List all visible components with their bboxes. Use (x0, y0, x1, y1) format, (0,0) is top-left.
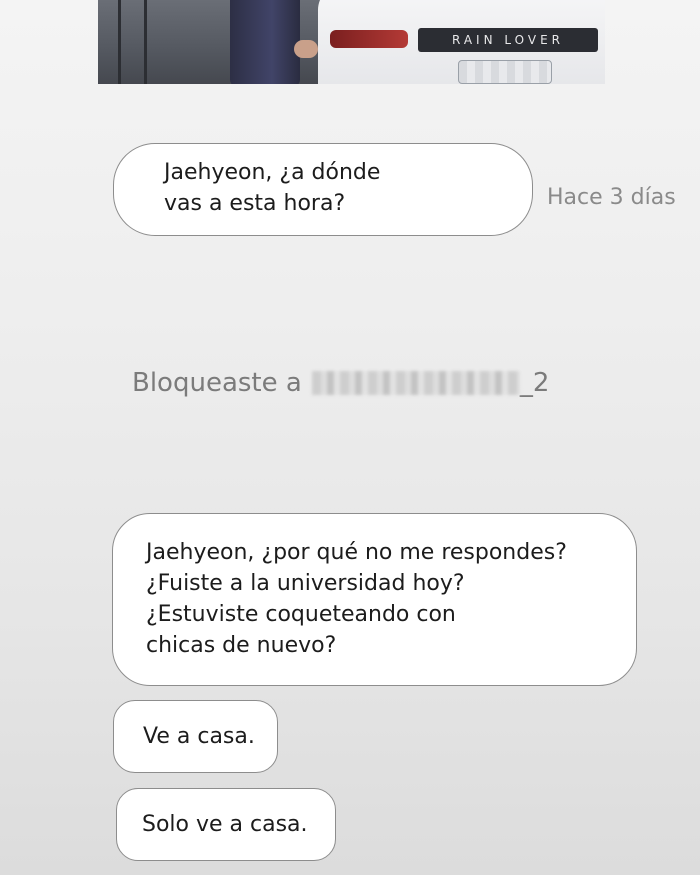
blurred-username (311, 371, 520, 395)
blocked-notice-prefix: Bloqueaste a (132, 368, 302, 398)
message-line: vas a esta hora? (164, 191, 346, 216)
message-timestamp: Hace 3 días (547, 185, 676, 210)
car-badge: RAIN LOVER (451, 33, 564, 47)
comic-panel-image: RAIN LOVER (98, 0, 605, 84)
message-line: Jaehyeon, ¿por qué no me respondes? (146, 540, 567, 565)
hand (294, 40, 318, 58)
message-bubble: Jaehyeon, ¿por qué no me respondes? ¿Fui… (112, 513, 637, 686)
message-line: Jaehyeon, ¿a dónde (164, 160, 381, 185)
wall-line (118, 0, 121, 84)
car-taillight (330, 30, 408, 48)
message-line: Ve a casa. (143, 724, 255, 749)
message-line: chicas de nuevo? (146, 633, 337, 658)
person-figure (230, 0, 300, 84)
message-line: ¿Estuviste coqueteando con (146, 602, 456, 627)
message-line: ¿Fuiste a la universidad hoy? (146, 571, 465, 596)
license-plate-blurred (458, 60, 552, 84)
message-bubble: Solo ve a casa. (116, 788, 336, 861)
message-line: Solo ve a casa. (142, 812, 308, 837)
message-bubble: Ve a casa. (113, 700, 278, 773)
blocked-notice: Bloqueaste a _2 (132, 368, 549, 398)
wall-line (144, 0, 147, 84)
message-bubble: Jaehyeon, ¿a dónde vas a esta hora? (113, 143, 533, 236)
blocked-notice-suffix: _2 (519, 368, 550, 398)
